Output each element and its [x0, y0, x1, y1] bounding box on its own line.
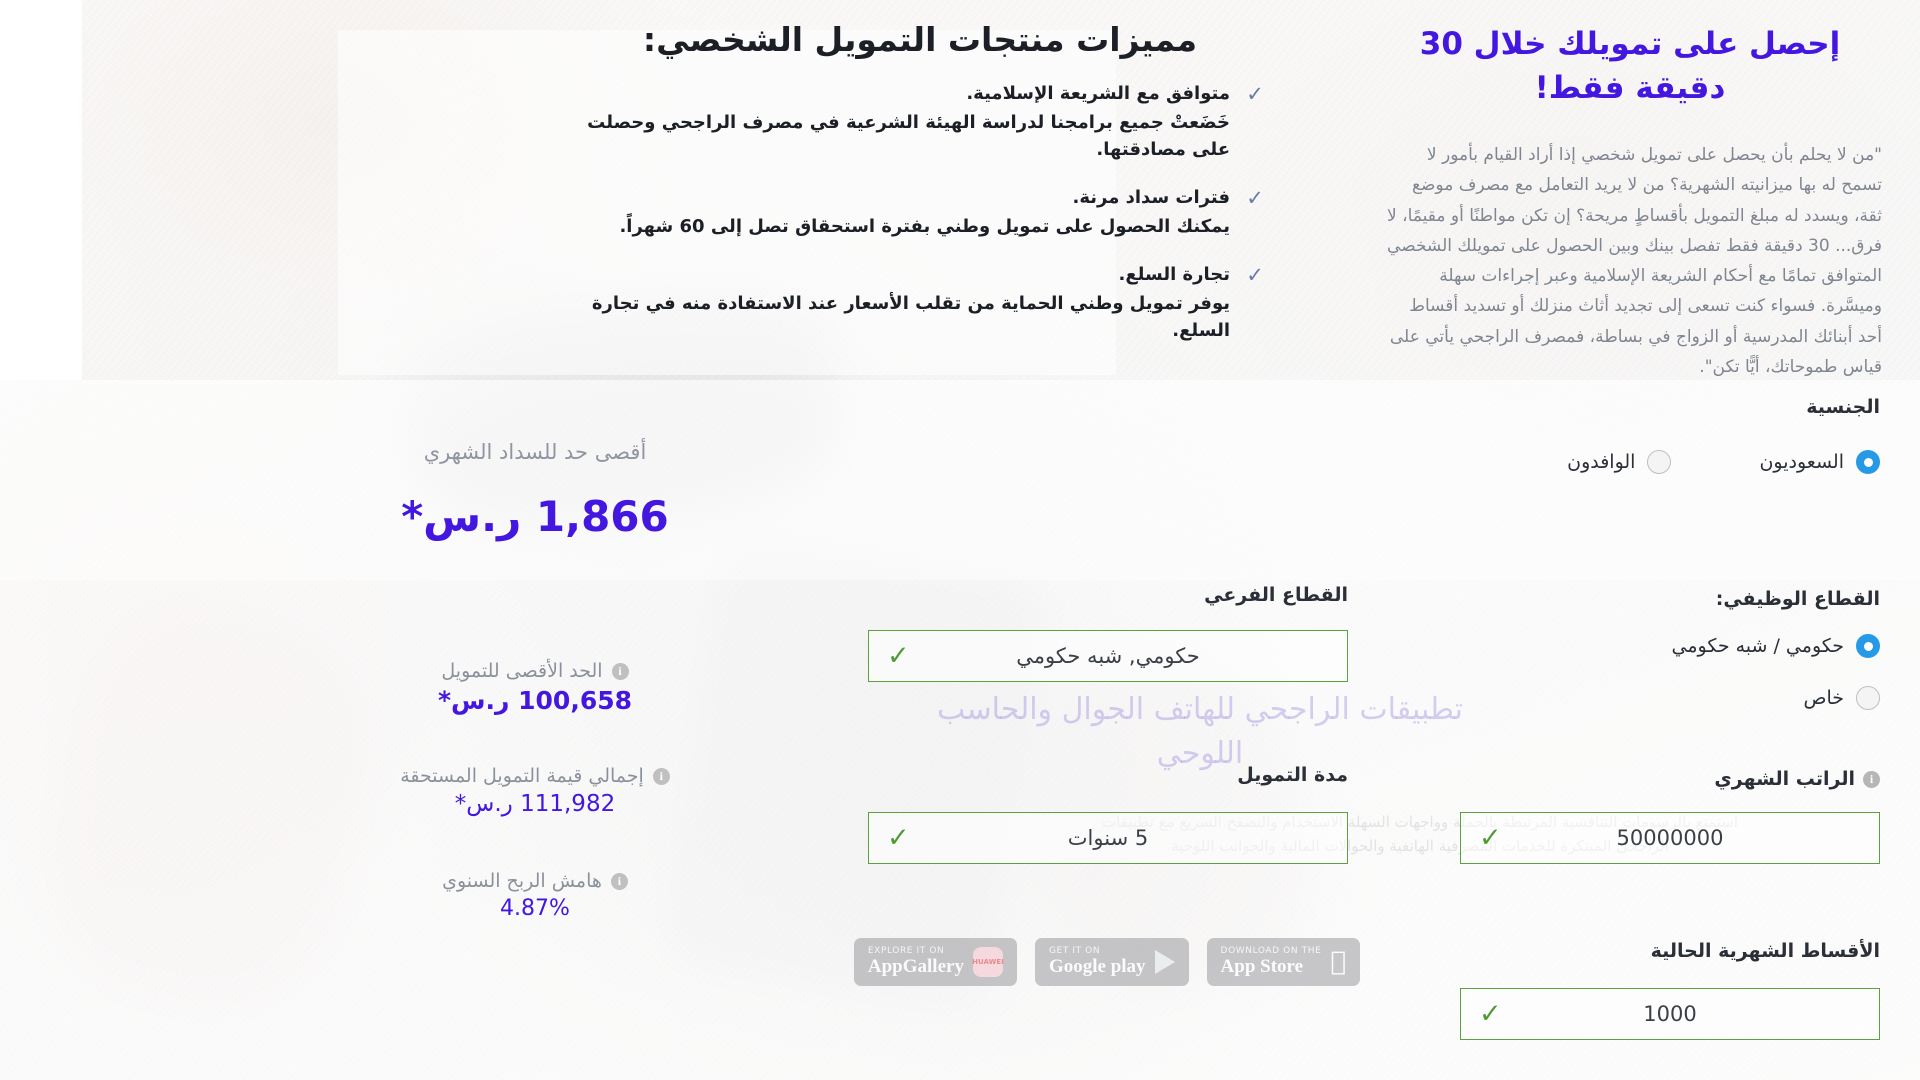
- result-label-text: الحد الأقصى للتمويل: [441, 660, 603, 682]
- nationality-option-saudi[interactable]: السعوديون: [1759, 450, 1880, 474]
- hero-paragraph: "من لا يحلم بأن يحصل على تمويل شخصي إذا …: [1387, 145, 1882, 377]
- installments-value: 1000: [1643, 1002, 1697, 1026]
- check-icon: ✓: [887, 822, 910, 854]
- info-icon[interactable]: i: [611, 662, 629, 680]
- appgallery-badge[interactable]: HUAWEI EXPLORE IT ON AppGallery: [853, 938, 1017, 986]
- salary-label-text: الراتب الشهري: [1714, 768, 1855, 790]
- radio-icon[interactable]: [1856, 686, 1880, 710]
- nationality-label-text: الجنسية: [1806, 396, 1880, 418]
- result-value-text: 4.87%: [500, 896, 570, 921]
- info-icon[interactable]: i: [652, 767, 670, 785]
- radio-icon-selected[interactable]: [1856, 450, 1880, 474]
- subsector-select[interactable]: ✓ حكومي, شبه حكومي: [868, 630, 1348, 682]
- subsector-label: القطاع الفرعي: [1204, 584, 1348, 606]
- check-icon: ✓: [1479, 822, 1502, 854]
- info-icon[interactable]: i: [1863, 770, 1880, 788]
- badge-title: App Store: [1221, 955, 1319, 977]
- badge-subtitle: GET IT ON: [1048, 946, 1101, 957]
- nationality-option-expat[interactable]: الوافدون: [1567, 450, 1672, 474]
- badge-subtitle: Download on the: [1221, 946, 1337, 957]
- duration-value: 5 سنوات: [1067, 826, 1149, 850]
- googleplay-badge[interactable]: GET IT ON Google play: [1034, 938, 1189, 986]
- nationality-radio-group: السعوديون الوافدون: [1380, 450, 1880, 474]
- result-label-text: هامش الربح السنوي: [442, 870, 602, 892]
- results-panel: أقصى حد للسداد الشهري 1,866 ر.س* i الحد …: [210, 0, 860, 1080]
- salary-label: i الراتب الشهري: [1714, 768, 1880, 790]
- sector-label-text: القطاع الوظيفي:: [1715, 588, 1880, 610]
- sector-label: القطاع الوظيفي:: [1716, 588, 1880, 610]
- apple-icon: : [1330, 949, 1346, 975]
- max-monthly-value: 1,866 ر.س*: [401, 492, 669, 541]
- badge-title: AppGallery: [867, 955, 964, 977]
- installments-label: الأقساط الشهرية الحالية: [1651, 940, 1880, 962]
- badge-subtitle: EXPLORE IT ON: [867, 946, 945, 957]
- max-monthly-label: أقصى حد للسداد الشهري: [423, 440, 647, 464]
- middle-form-column: القطاع الفرعي ✓ حكومي, شبه حكومي مدة الت…: [860, 0, 1360, 1080]
- result-row-max-financing: i الحد الأقصى للتمويل 100,658 ر.س*: [210, 660, 860, 715]
- result-label-text: إجمالي قيمة التمويل المستحقة: [400, 765, 644, 787]
- sector-option-government[interactable]: حكومي / شبه حكومي: [1671, 634, 1880, 658]
- duration-label: مدة التمويل: [1237, 764, 1348, 786]
- page-title: إحصل على تمويلك خلال 30 دقيقة فقط!: [1419, 26, 1841, 107]
- overlay-left-strip: [0, 0, 82, 380]
- nationality-option-label: السعوديون: [1759, 451, 1844, 473]
- duration-label-text: مدة التمويل: [1237, 764, 1348, 786]
- result-row-total-due: i إجمالي قيمة التمويل المستحقة 111,982 ر…: [210, 765, 860, 817]
- subsector-label-text: القطاع الفرعي: [1204, 584, 1348, 606]
- play-triangle-icon: [1154, 950, 1175, 974]
- radio-icon[interactable]: [1647, 450, 1672, 474]
- sector-option-label: خاص: [1803, 687, 1844, 709]
- huawei-icon: HUAWEI: [972, 947, 1004, 977]
- result-value-text: 100,658 ر.س*: [437, 686, 633, 715]
- check-icon: ✓: [887, 640, 910, 672]
- nationality-label: الجنسية: [1806, 396, 1880, 418]
- right-form-column: إحصل على تمويلك خلال 30 دقيقة فقط! "من ل…: [1370, 0, 1890, 1080]
- sector-option-private[interactable]: خاص: [1803, 686, 1880, 710]
- result-row-annual-profit-rate: i هامش الربح السنوي 4.87%: [210, 870, 860, 921]
- result-value-text: 111,982 ر.س*: [454, 791, 616, 817]
- salary-input[interactable]: ✓ 50000000: [1460, 812, 1880, 864]
- duration-select[interactable]: ✓ 5 سنوات: [868, 812, 1348, 864]
- sector-option-label: حكومي / شبه حكومي: [1671, 635, 1845, 657]
- check-icon: ✓: [1479, 998, 1502, 1030]
- page-root: تطبيقات الراجحي للهاتف الجوال والحاسب ال…: [0, 0, 1920, 1080]
- appstore-badge[interactable]:  Download on the App Store: [1206, 938, 1360, 986]
- info-icon[interactable]: i: [610, 872, 628, 890]
- app-store-badges: HUAWEI EXPLORE IT ON AppGallery GET IT O…: [853, 938, 1360, 986]
- subsector-value: حكومي, شبه حكومي: [1016, 644, 1200, 668]
- salary-value: 50000000: [1616, 826, 1724, 850]
- nationality-option-label: الوافدون: [1567, 451, 1636, 473]
- radio-icon-selected[interactable]: [1856, 634, 1880, 658]
- badge-title: Google play: [1048, 955, 1146, 977]
- installments-input[interactable]: ✓ 1000: [1460, 988, 1880, 1040]
- installments-label-text: الأقساط الشهرية الحالية: [1650, 940, 1880, 962]
